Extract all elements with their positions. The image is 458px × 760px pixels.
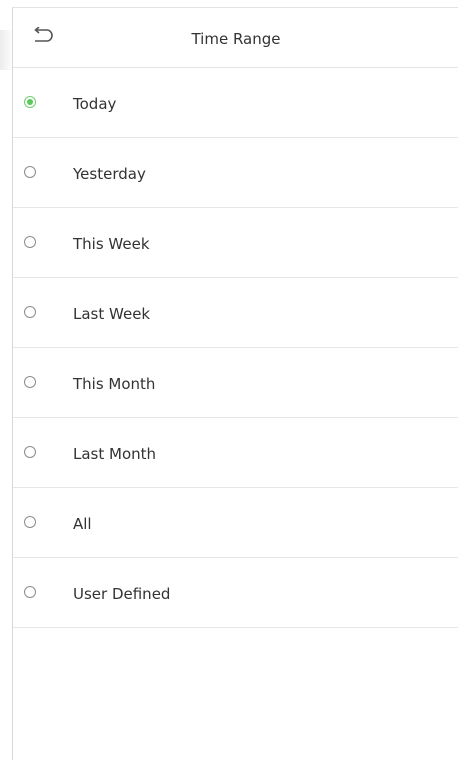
radio-button[interactable] <box>24 376 36 388</box>
option-this-week[interactable]: This Week <box>13 208 458 278</box>
option-label: Last Month <box>73 445 157 463</box>
header-bar: Time Range <box>13 8 458 68</box>
option-today[interactable]: Today <box>13 68 458 138</box>
radio-button[interactable] <box>24 236 36 248</box>
option-last-month[interactable]: Last Month <box>13 418 458 488</box>
radio-button[interactable] <box>24 586 36 598</box>
time-range-list: Today Yesterday This Week Last Week This… <box>13 68 458 628</box>
radio-button[interactable] <box>24 306 36 318</box>
option-label: Today <box>73 95 117 113</box>
radio-button[interactable] <box>24 166 36 178</box>
option-all[interactable]: All <box>13 488 458 558</box>
radio-button[interactable] <box>24 516 36 528</box>
option-last-week[interactable]: Last Week <box>13 278 458 348</box>
option-label: User Defined <box>73 585 171 603</box>
option-label: This Month <box>73 375 156 393</box>
option-label: Last Week <box>73 305 151 323</box>
option-yesterday[interactable]: Yesterday <box>13 138 458 208</box>
radio-button[interactable] <box>24 446 36 458</box>
page-title: Time Range <box>191 30 281 48</box>
back-arrow-icon <box>34 27 53 42</box>
time-range-screen: Time Range Today Yesterday This Week Las… <box>12 7 458 760</box>
option-label: Yesterday <box>73 165 146 183</box>
option-this-month[interactable]: This Month <box>13 348 458 418</box>
option-label: This Week <box>73 235 150 253</box>
back-button[interactable] <box>25 21 59 53</box>
option-user-defined[interactable]: User Defined <box>13 558 458 628</box>
option-label: All <box>73 515 92 533</box>
radio-button-checked[interactable] <box>24 96 36 108</box>
